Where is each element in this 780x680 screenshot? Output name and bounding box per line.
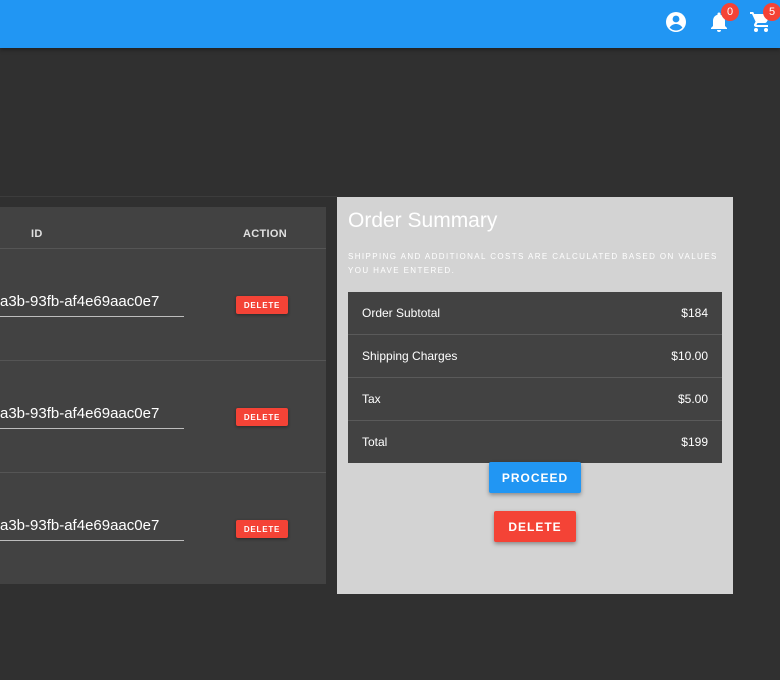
order-summary-title: Order Summary [348,209,498,232]
id-field[interactable]: a3b-93fb-af4e69aac0e7 [0,404,184,429]
column-header-action: ACTION [243,228,287,240]
summary-label: Total [362,435,388,449]
delete-row-button[interactable]: DELETE [236,408,288,426]
summary-value: $5.00 [677,392,708,406]
summary-row-total: Total $199 [348,421,722,463]
table-row: a3b-93fb-af4e69aac0e7 DELETE [0,472,326,585]
delete-order-button[interactable]: DELETE [494,511,576,542]
delete-row-button[interactable]: DELETE [236,520,288,538]
summary-value: $184 [681,306,708,320]
divider [0,196,337,197]
summary-label: Order Subtotal [362,306,441,320]
summary-row-tax: Tax $5.00 [348,378,722,421]
id-field[interactable]: a3b-93fb-af4e69aac0e7 [0,292,184,317]
summary-value: $10.00 [671,349,708,363]
cart-button[interactable]: 5 [749,3,780,34]
summary-label: Tax [362,392,381,406]
proceed-button[interactable]: PROCEED [489,462,581,493]
summary-row-shipping: Shipping Charges $10.00 [348,335,722,378]
summary-value: $199 [681,435,708,449]
summary-label: Shipping Charges [362,349,458,363]
delete-row-button[interactable]: DELETE [236,296,288,314]
column-header-id: ID [31,228,43,240]
summary-row-subtotal: Order Subtotal $184 [348,292,722,335]
table-row: a3b-93fb-af4e69aac0e7 DELETE [0,360,326,473]
app-header: 0 5 [0,0,780,48]
summary-table: Order Subtotal $184 Shipping Charges $10… [348,292,722,463]
order-summary-panel: Order Summary Shipping and additional co… [337,197,733,594]
notifications-button[interactable]: 0 [707,3,739,34]
shipping-note: Shipping and additional costs are calcul… [348,252,718,275]
table-row: a3b-93fb-af4e69aac0e7 DELETE [0,248,326,361]
id-field[interactable]: a3b-93fb-af4e69aac0e7 [0,516,184,541]
notification-badge: 0 [721,3,739,21]
account-circle-icon[interactable] [664,10,688,34]
cart-badge: 5 [763,3,780,21]
items-table: ID ACTION a3b-93fb-af4e69aac0e7 DELETE a… [0,207,326,584]
